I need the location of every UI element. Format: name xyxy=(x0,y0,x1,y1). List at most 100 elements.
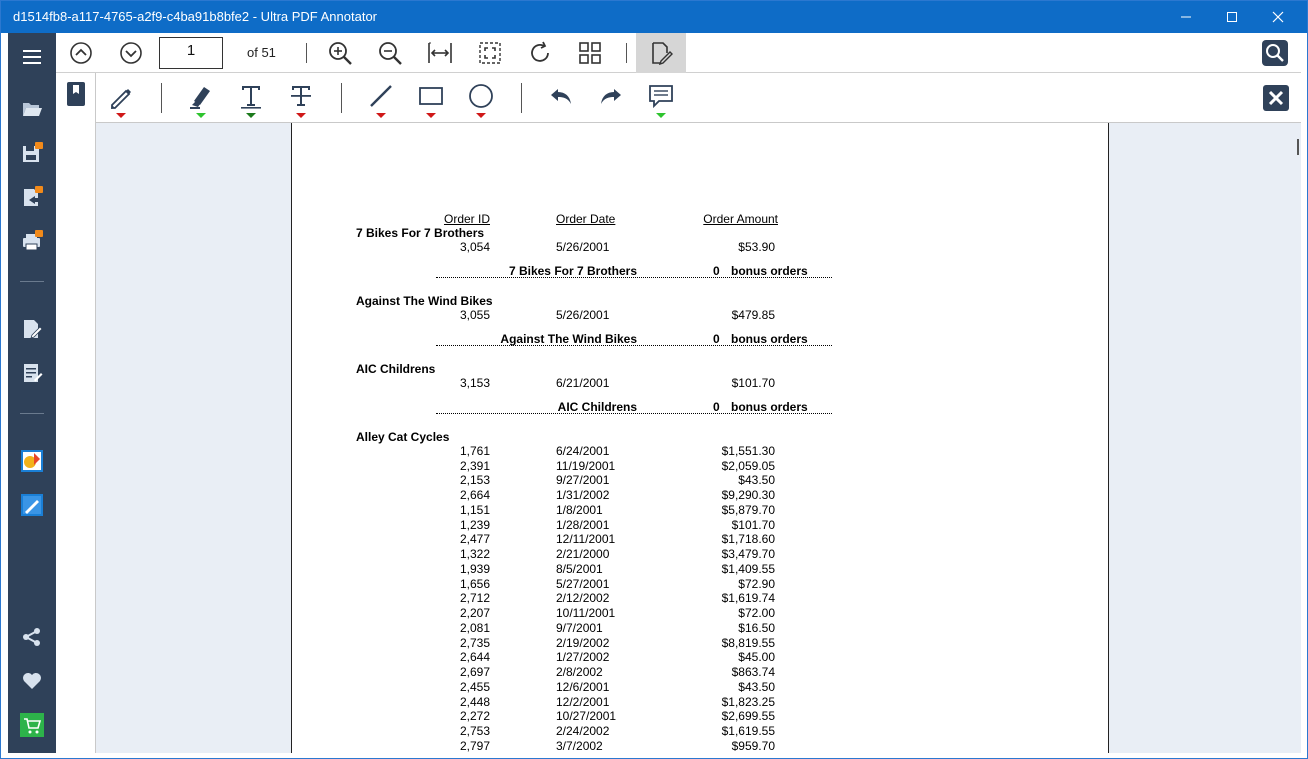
order-date-cell: 8/5/2001 xyxy=(556,561,603,576)
thumbnails-button[interactable] xyxy=(572,37,608,69)
window-title: d1514fb8-a117-4765-a2f9-c4ba91b8bfe2 - U… xyxy=(13,9,378,24)
order-amount-cell: $72.90 xyxy=(738,576,775,591)
maximize-button[interactable] xyxy=(1209,1,1255,33)
order-id-cell: 2,797 xyxy=(459,738,490,753)
highlighter-tool-button[interactable] xyxy=(181,79,221,113)
order-amount-cell: $1,409.55 xyxy=(721,561,775,576)
bookmark-panel xyxy=(56,73,96,753)
order-id-cell: 2,753 xyxy=(459,724,490,738)
rotate-button[interactable] xyxy=(522,37,558,69)
order-date-cell: 9/7/2001 xyxy=(556,620,603,635)
fit-width-button[interactable] xyxy=(422,37,458,69)
bookmarks-button[interactable] xyxy=(56,77,96,111)
main-toolbar: 1 of 51 xyxy=(56,33,1301,73)
order-date-cell: 12/11/2001 xyxy=(556,532,616,547)
comment-tool-button[interactable] xyxy=(641,79,681,113)
order-amount-cell: $8,819.55 xyxy=(721,635,775,650)
rectangle-tool-button[interactable] xyxy=(411,79,451,113)
order-date-cell: 2/24/2002 xyxy=(556,724,610,738)
order-date-cell: 5/26/2001 xyxy=(556,239,610,254)
order-date-cell: 2/19/2002 xyxy=(556,635,610,650)
order-amount-cell: $1,551.30 xyxy=(721,443,775,458)
save-button[interactable] xyxy=(8,133,56,173)
annotate-mode-button[interactable] xyxy=(636,33,686,73)
menu-button[interactable] xyxy=(8,37,56,77)
text-color-marker[interactable] xyxy=(246,113,256,118)
form-fill-button[interactable] xyxy=(8,353,56,393)
fit-width-icon xyxy=(428,42,452,63)
summary-group-name: Against The Wind Bikes xyxy=(500,332,637,346)
ellipse-tool-button[interactable] xyxy=(461,79,501,113)
zoom-out-button[interactable] xyxy=(372,37,408,69)
group-name: AIC Childrens xyxy=(356,362,436,376)
next-page-button[interactable] xyxy=(113,37,149,69)
rectangle-color-marker[interactable] xyxy=(426,113,436,118)
order-id-cell: 2,153 xyxy=(459,473,490,488)
minimize-button[interactable] xyxy=(1163,1,1209,33)
redo-button[interactable] xyxy=(591,79,631,113)
order-id-cell: 1,151 xyxy=(459,502,490,517)
group-name: 7 Bikes For 7 Brothers xyxy=(356,226,485,240)
order-date-cell: 10/11/2001 xyxy=(556,606,616,620)
previous-page-button[interactable] xyxy=(63,37,99,69)
edit-document-button[interactable] xyxy=(8,309,56,349)
order-date-cell: 9/27/2001 xyxy=(556,473,610,488)
zoom-out-icon xyxy=(379,42,402,65)
order-amount-cell: $959.70 xyxy=(731,738,775,753)
summary-count: 0 xyxy=(713,332,720,346)
order-id-cell: 2,272 xyxy=(459,709,490,724)
favorite-button[interactable] xyxy=(8,661,56,701)
document-viewer[interactable]: Order ID Order Date Order Amount 7 Bikes Fo… xyxy=(96,123,1301,753)
text-tool-button[interactable] xyxy=(231,79,271,113)
page-up-icon xyxy=(70,42,92,64)
right-border xyxy=(1301,33,1307,753)
close-annotation-button[interactable] xyxy=(1256,81,1296,115)
order-date-cell: 6/21/2001 xyxy=(556,375,610,390)
print-button[interactable] xyxy=(8,221,56,261)
open-button[interactable] xyxy=(8,89,56,129)
order-id-cell: 1,656 xyxy=(459,576,490,591)
strikethrough-color-marker[interactable] xyxy=(296,113,306,118)
page-number-input[interactable]: 1 xyxy=(159,37,223,69)
undo-button[interactable] xyxy=(541,79,581,113)
close-annotation-icon xyxy=(1263,85,1289,111)
order-id-cell: 2,735 xyxy=(459,635,490,650)
order-amount-cell: $863.74 xyxy=(731,665,775,679)
print-locked-icon xyxy=(23,230,43,251)
order-amount-cell: $2,059.05 xyxy=(721,458,775,473)
line-tool-button[interactable] xyxy=(361,79,401,113)
line-color-marker[interactable] xyxy=(376,113,386,118)
export-button[interactable] xyxy=(8,177,56,217)
strikethrough-tool-button[interactable] xyxy=(281,79,321,113)
vertical-scrollbar-thumb[interactable] xyxy=(1297,139,1299,155)
search-button[interactable] xyxy=(1257,37,1293,69)
group-name: Alley Cat Cycles xyxy=(356,430,450,444)
order-amount-cell: $1,823.25 xyxy=(721,694,775,709)
color-palette-icon xyxy=(21,450,43,472)
sidebar-divider xyxy=(20,281,44,282)
close-icon xyxy=(1272,11,1284,23)
close-window-button[interactable] xyxy=(1255,1,1301,33)
share-button[interactable] xyxy=(8,617,56,657)
pen-color-marker[interactable] xyxy=(116,113,126,118)
summary-label: bonus orders xyxy=(731,332,808,346)
highlighter-color-marker[interactable] xyxy=(196,113,206,118)
color-app-button[interactable] xyxy=(8,441,56,481)
ellipse-color-marker[interactable] xyxy=(476,113,486,118)
order-amount-cell: $3,479.70 xyxy=(721,547,775,561)
fit-page-button[interactable] xyxy=(472,37,508,69)
comment-icon xyxy=(649,85,673,109)
order-amount-cell: $45.00 xyxy=(738,650,775,665)
summary-group-name: AIC Childrens xyxy=(557,400,637,414)
text-icon xyxy=(241,86,261,109)
pen-tool-button[interactable] xyxy=(101,79,141,113)
app-window: d1514fb8-a117-4765-a2f9-c4ba91b8bfe2 - U… xyxy=(0,0,1308,759)
pen-app-button[interactable] xyxy=(8,485,56,525)
comment-color-marker[interactable] xyxy=(656,113,666,118)
zoom-in-button[interactable] xyxy=(322,37,358,69)
form-fill-icon xyxy=(24,364,43,382)
pdf-page[interactable]: Order ID Order Date Order Amount 7 Bikes Fo… xyxy=(291,123,1109,753)
order-amount-cell: $43.50 xyxy=(738,473,775,488)
store-button[interactable] xyxy=(8,705,56,745)
summary-label: bonus orders xyxy=(731,264,808,278)
